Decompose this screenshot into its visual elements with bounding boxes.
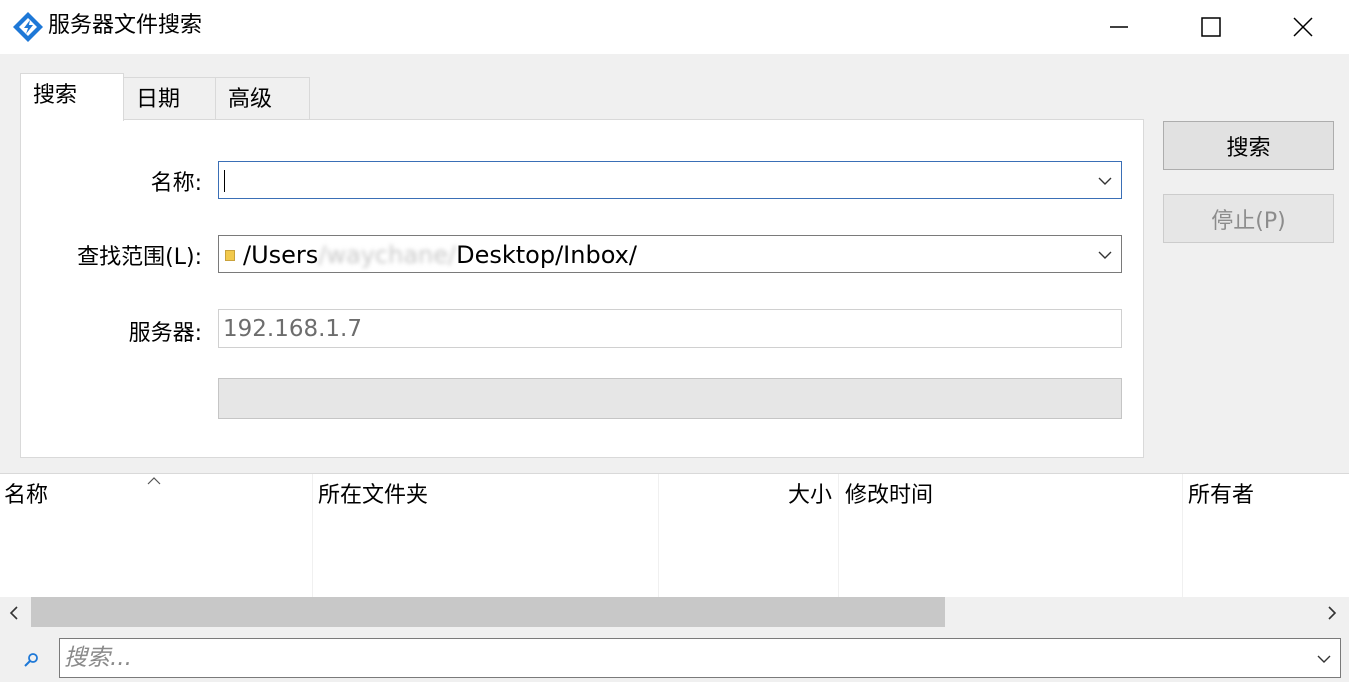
sort-ascending-icon [147,477,161,485]
filter-combobox[interactable]: 搜索... [59,638,1341,678]
chevron-down-icon[interactable] [1097,173,1113,189]
close-button[interactable] [1257,0,1349,54]
text-caret [224,170,225,192]
column-divider[interactable] [658,474,659,598]
results-table: 名称 所在文件夹 大小 修改时间 所有者 [0,473,1349,598]
tab-date[interactable]: 日期 [123,77,216,119]
scope-path: /Users/waychane/Desktop/Inbox/ [243,240,637,270]
chevron-down-icon[interactable] [1316,651,1332,667]
stop-button[interactable]: 停止(P) [1163,194,1334,243]
column-header-folder[interactable]: 所在文件夹 [318,482,428,510]
name-combobox[interactable] [218,161,1122,199]
server-field: 192.168.1.7 [218,309,1122,348]
column-header-name[interactable]: 名称 [4,482,48,510]
title-bar: 服务器文件搜索 [0,0,1349,54]
maximize-button[interactable] [1165,0,1257,54]
horizontal-scrollbar[interactable] [0,597,1349,629]
scope-label: 查找范围(L): [77,245,202,270]
tab-advanced[interactable]: 高级 [215,77,310,119]
server-label: 服务器: [128,321,202,346]
scope-path-redacted: /waychane/ [318,241,457,269]
server-value: 192.168.1.7 [223,316,362,342]
column-divider[interactable] [1182,474,1183,598]
scope-path-prefix: /Users [243,241,319,269]
column-divider[interactable] [838,474,839,598]
minimize-icon [1110,26,1128,28]
window-title: 服务器文件搜索 [48,13,203,38]
column-header-owner[interactable]: 所有者 [1188,482,1254,510]
search-button[interactable]: 搜索 [1163,121,1334,170]
scope-combobox[interactable]: /Users/waychane/Desktop/Inbox/ [218,235,1122,273]
close-icon [1293,17,1313,37]
minimize-button[interactable] [1073,0,1165,54]
search-icon [24,653,38,667]
tab-search[interactable]: 搜索 [20,73,124,121]
scrollbar-thumb[interactable] [31,597,945,627]
app-logo-icon [13,12,43,42]
scope-path-suffix: Desktop/Inbox/ [456,241,637,269]
column-divider[interactable] [312,474,313,598]
maximize-icon [1201,17,1221,37]
progress-bar [218,378,1122,419]
folder-icon [225,250,235,261]
chevron-down-icon[interactable] [1097,247,1113,263]
column-header-size[interactable]: 大小 [660,482,832,510]
scroll-left-icon[interactable] [6,605,22,621]
scroll-right-icon[interactable] [1324,605,1340,621]
name-label: 名称: [150,171,202,196]
filter-placeholder: 搜索... [64,645,132,671]
column-header-modified[interactable]: 修改时间 [845,482,933,510]
